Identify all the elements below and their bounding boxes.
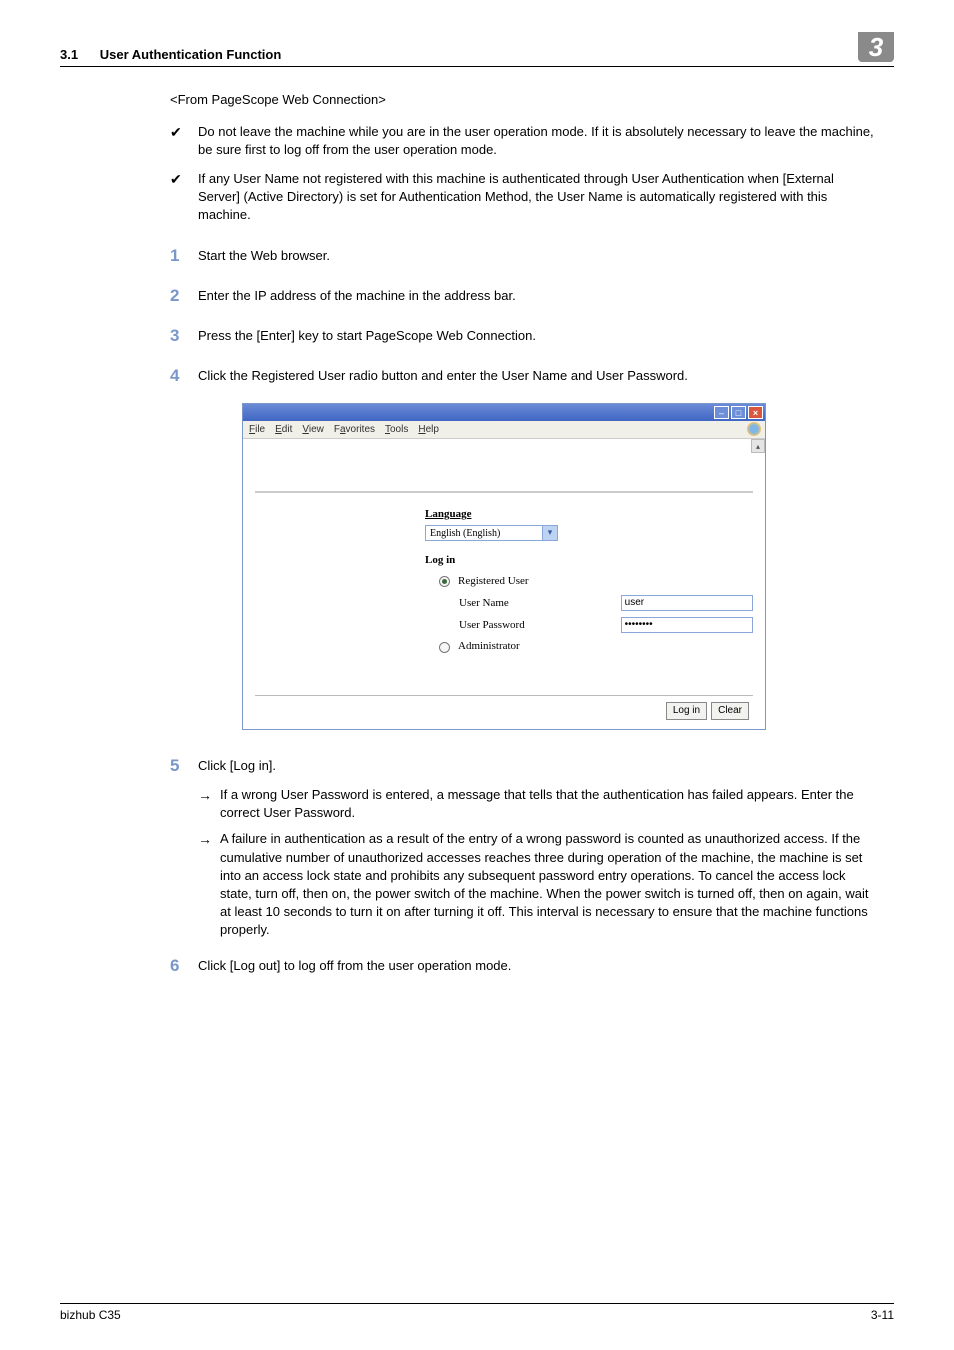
sub-note-text: If a wrong User Password is entered, a m… bbox=[220, 786, 874, 822]
radio-registered-user[interactable] bbox=[439, 576, 450, 587]
radio-registered-label: Registered User bbox=[458, 574, 529, 589]
subheading: <From PageScope Web Connection> bbox=[170, 91, 874, 109]
step-number: 1 bbox=[170, 244, 198, 268]
step-number: 3 bbox=[170, 324, 198, 348]
sub-note: → A failure in authentication as a resul… bbox=[198, 830, 874, 939]
step-number: 6 bbox=[170, 954, 198, 978]
step-1: 1 Start the Web browser. bbox=[170, 244, 874, 268]
password-input[interactable]: •••••••• bbox=[621, 617, 753, 633]
section-title: User Authentication Function bbox=[100, 47, 282, 62]
browser-screenshot: – □ × File Edit View Favorites Tools Hel… bbox=[242, 403, 766, 730]
username-label: User Name bbox=[459, 596, 621, 611]
radio-admin-label: Administrator bbox=[458, 639, 520, 654]
chevron-down-icon[interactable]: ▾ bbox=[543, 525, 558, 541]
step-text: Click [Log out] to log off from the user… bbox=[198, 954, 874, 978]
chapter-badge: 3 bbox=[858, 32, 894, 62]
check-icon: ✔ bbox=[170, 170, 198, 225]
language-select[interactable]: English (English) bbox=[425, 525, 543, 541]
step-number: 5 bbox=[170, 754, 198, 778]
maximize-icon[interactable]: □ bbox=[731, 406, 746, 419]
menu-file[interactable]: File bbox=[249, 423, 265, 437]
step-5: 5 Click [Log in]. bbox=[170, 754, 874, 778]
check-icon: ✔ bbox=[170, 123, 198, 159]
step-number: 2 bbox=[170, 284, 198, 308]
step-text: Click [Log in]. bbox=[198, 754, 874, 778]
step-text: Start the Web browser. bbox=[198, 244, 874, 268]
step-4: 4 Click the Registered User radio button… bbox=[170, 364, 874, 388]
step-3: 3 Press the [Enter] key to start PageSco… bbox=[170, 324, 874, 348]
scroll-up-icon[interactable]: ▴ bbox=[751, 439, 765, 453]
language-label: Language bbox=[425, 507, 753, 522]
password-label: User Password bbox=[459, 618, 621, 633]
note-text: If any User Name not registered with thi… bbox=[198, 170, 874, 225]
step-text: Click the Registered User radio button a… bbox=[198, 364, 874, 388]
ie-logo-icon bbox=[747, 422, 761, 436]
section-number: 3.1 bbox=[60, 47, 78, 62]
step-2: 2 Enter the IP address of the machine in… bbox=[170, 284, 874, 308]
login-heading: Log in bbox=[425, 553, 753, 568]
note-item: ✔ If any User Name not registered with t… bbox=[170, 170, 874, 225]
menu-favorites[interactable]: Favorites bbox=[334, 423, 375, 437]
menu-view[interactable]: View bbox=[302, 423, 324, 437]
browser-menubar: File Edit View Favorites Tools Help bbox=[243, 421, 765, 439]
step-number: 4 bbox=[170, 364, 198, 388]
window-titlebar: – □ × bbox=[243, 404, 765, 421]
blank-header-area bbox=[255, 445, 753, 493]
username-input[interactable]: user bbox=[621, 595, 753, 611]
menu-edit[interactable]: Edit bbox=[275, 423, 292, 437]
menu-help[interactable]: Help bbox=[418, 423, 439, 437]
clear-button[interactable]: Clear bbox=[711, 702, 749, 720]
arrow-icon: → bbox=[198, 786, 220, 822]
menu-tools[interactable]: Tools bbox=[385, 423, 408, 437]
minimize-icon[interactable]: – bbox=[714, 406, 729, 419]
note-text: Do not leave the machine while you are i… bbox=[198, 123, 874, 159]
close-icon[interactable]: × bbox=[748, 406, 763, 419]
step-6: 6 Click [Log out] to log off from the us… bbox=[170, 954, 874, 978]
step-text: Enter the IP address of the machine in t… bbox=[198, 284, 874, 308]
sub-note-text: A failure in authentication as a result … bbox=[220, 830, 874, 939]
sub-note: → If a wrong User Password is entered, a… bbox=[198, 786, 874, 822]
page-footer: bizhub C35 3-11 bbox=[60, 1303, 894, 1322]
footer-left: bizhub C35 bbox=[60, 1308, 121, 1322]
login-button[interactable]: Log in bbox=[666, 702, 707, 720]
arrow-icon: → bbox=[198, 830, 220, 939]
radio-administrator[interactable] bbox=[439, 642, 450, 653]
note-item: ✔ Do not leave the machine while you are… bbox=[170, 123, 874, 159]
step-text: Press the [Enter] key to start PageScope… bbox=[198, 324, 874, 348]
page-header: 3.1 User Authentication Function 3 bbox=[60, 40, 894, 67]
footer-right: 3-11 bbox=[871, 1308, 894, 1322]
